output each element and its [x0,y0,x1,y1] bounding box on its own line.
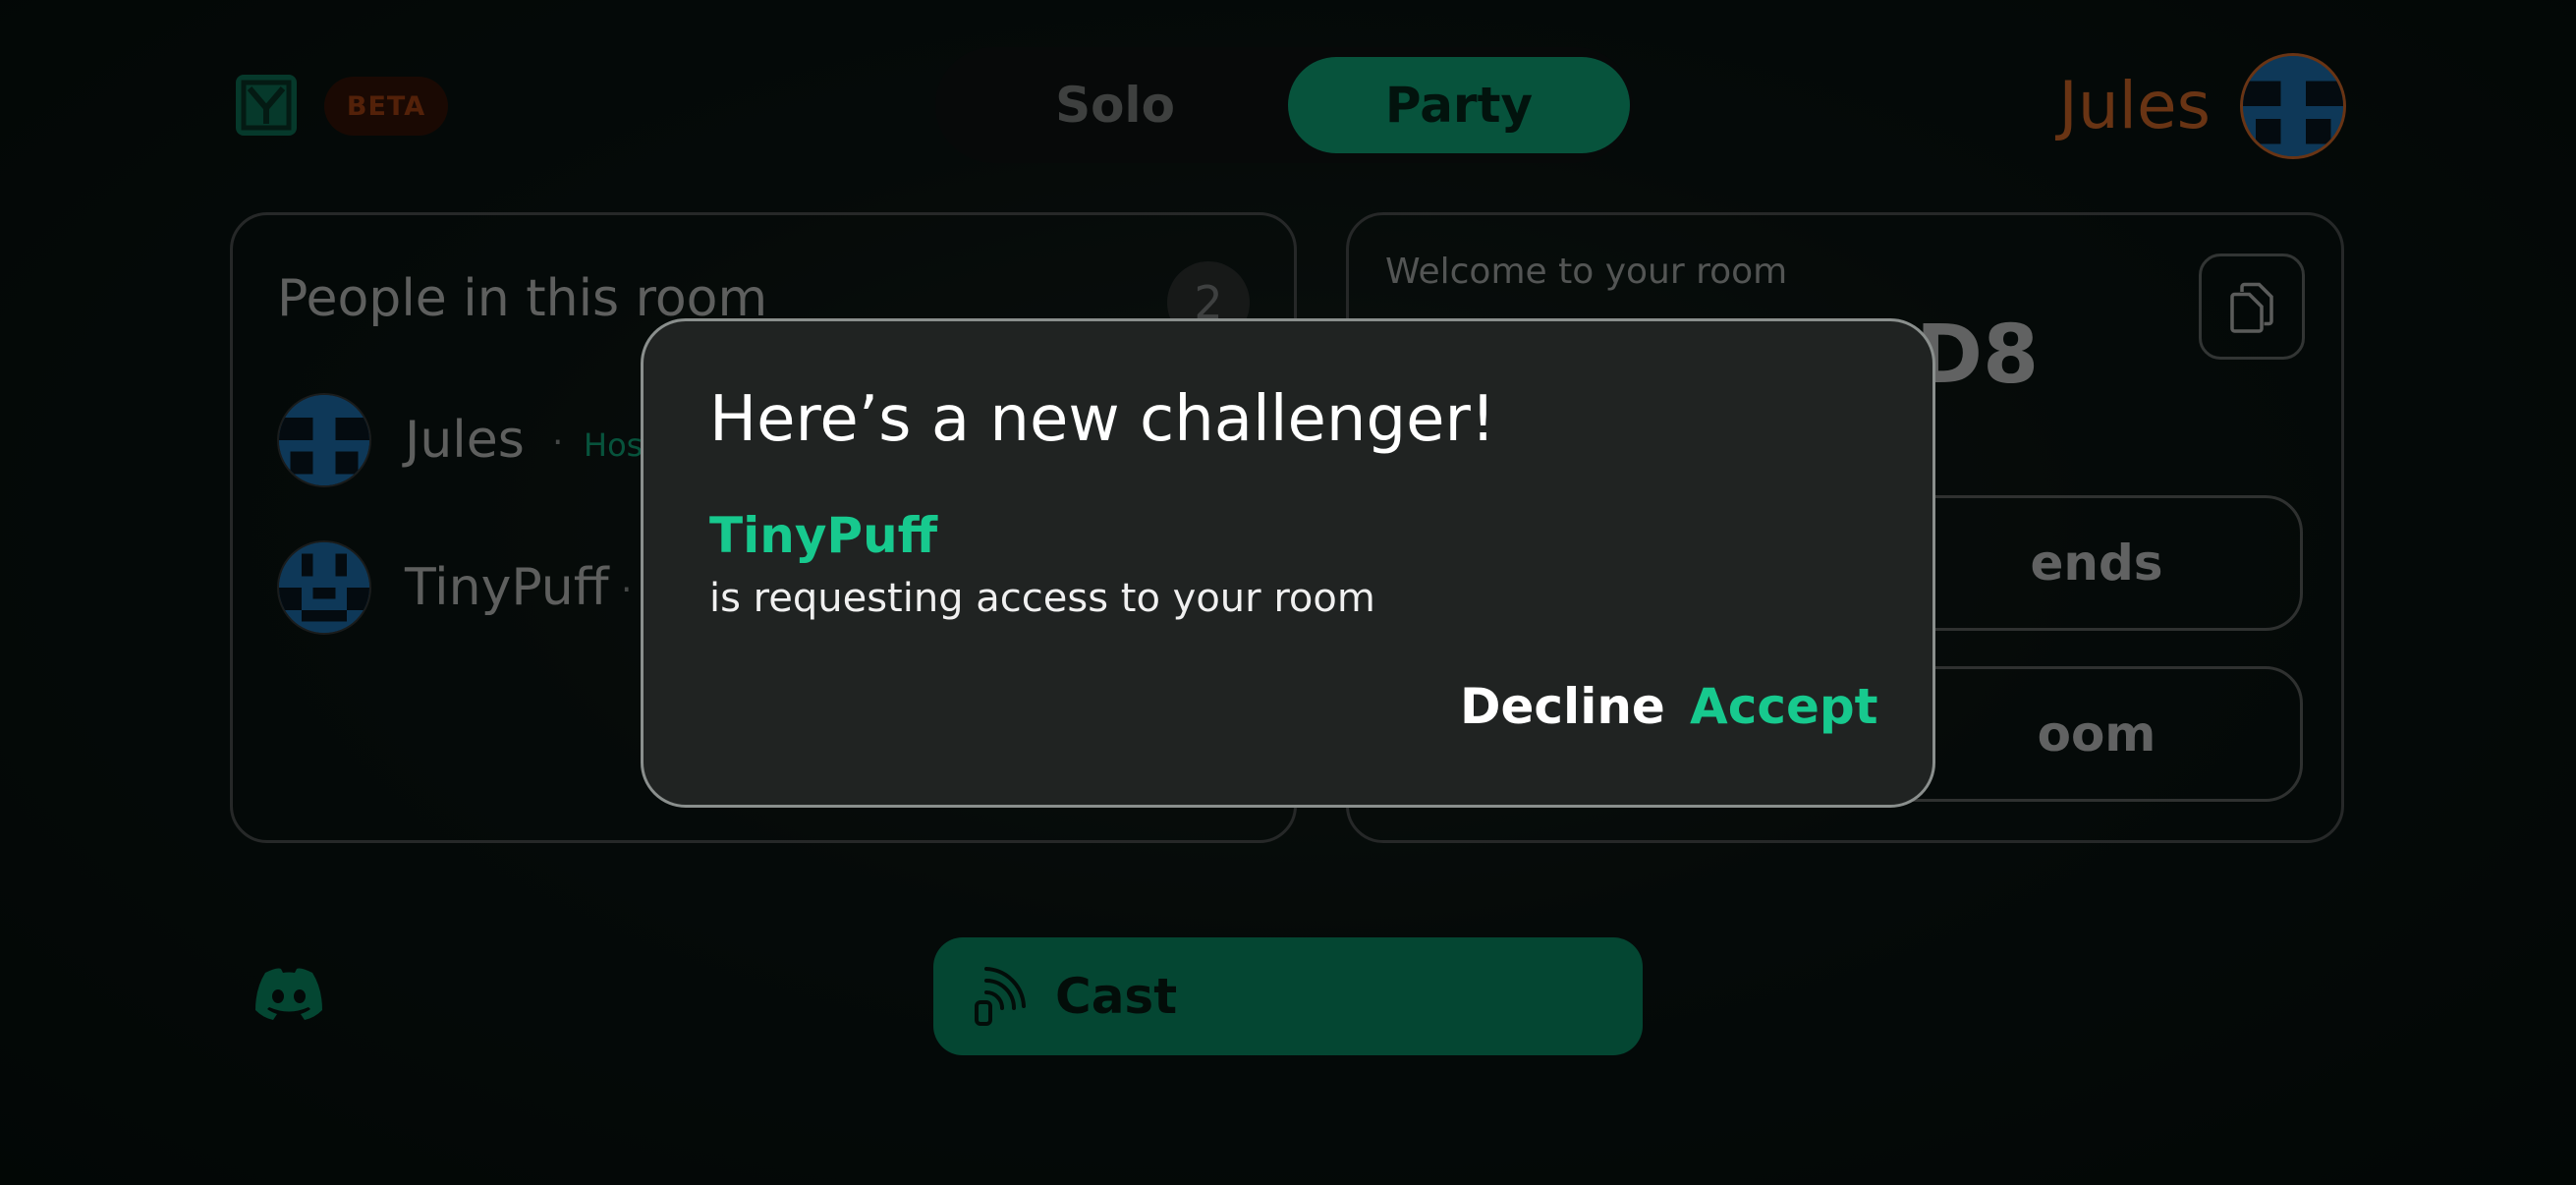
member-name: TinyPuff [405,558,609,617]
cast-label: Cast [1055,968,1178,1025]
discord-icon[interactable] [252,965,326,1024]
requester-name: TinyPuff [709,507,938,564]
member-separator: · [552,423,564,463]
decline-button[interactable]: Decline [1460,672,1665,741]
current-user-name: Jules [2058,68,2211,143]
room-welcome-text: Welcome to your room [1385,252,1788,292]
beta-badge: BETA [324,77,448,136]
cast-button[interactable]: Cast [933,937,1643,1055]
accept-button[interactable]: Accept [1690,672,1878,741]
current-user-avatar[interactable] [2240,53,2346,159]
member-name: Jules [405,411,525,470]
copy-code-button[interactable] [2199,254,2305,360]
app-logo-icon[interactable] [236,75,297,136]
member-avatar [277,540,371,635]
room-action-label: oom [2037,705,2156,762]
dialog-title: Here’s a new challenger! [709,383,1496,456]
request-message: is requesting access to your room [709,576,1375,621]
member-avatar [277,393,371,487]
member-separator: · [621,570,633,610]
mode-party-button[interactable]: Party [1288,57,1630,153]
copy-icon [2230,282,2273,333]
invite-friends-label: ends [2030,535,2163,592]
mode-solo-button[interactable]: Solo [982,57,1248,153]
cast-icon [975,967,1026,1026]
